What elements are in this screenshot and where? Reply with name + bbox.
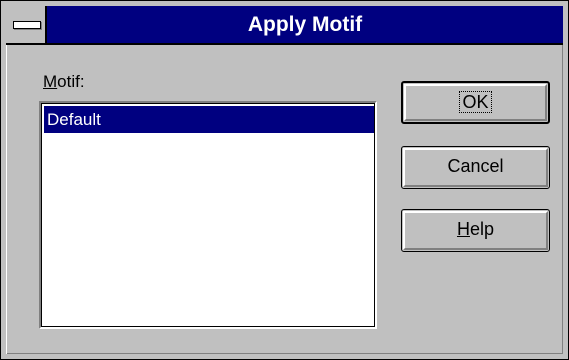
- help-button-mnemonic: H: [456, 219, 470, 239]
- dialog-title: Apply Motif: [247, 13, 363, 36]
- ok-button-label: OK: [459, 91, 492, 113]
- motif-label-text: otif:: [57, 72, 85, 91]
- apply-motif-dialog: Apply Motif Motif: Default OK Cancel Hel…: [0, 0, 569, 360]
- list-item[interactable]: Default: [44, 106, 374, 133]
- motif-label: Motif:: [43, 72, 85, 92]
- motif-listbox[interactable]: Default: [39, 101, 377, 329]
- cancel-button[interactable]: Cancel: [401, 146, 550, 189]
- help-button-label: elp: [469, 219, 495, 239]
- cancel-button-label: Cancel: [447, 156, 504, 176]
- motif-label-mnemonic: M: [43, 72, 58, 91]
- system-menu-icon: [13, 21, 41, 29]
- help-button[interactable]: Help: [401, 209, 550, 252]
- system-menu-button[interactable]: [6, 6, 47, 43]
- ok-button[interactable]: OK: [401, 81, 550, 124]
- title-bar[interactable]: Apply Motif: [6, 6, 563, 45]
